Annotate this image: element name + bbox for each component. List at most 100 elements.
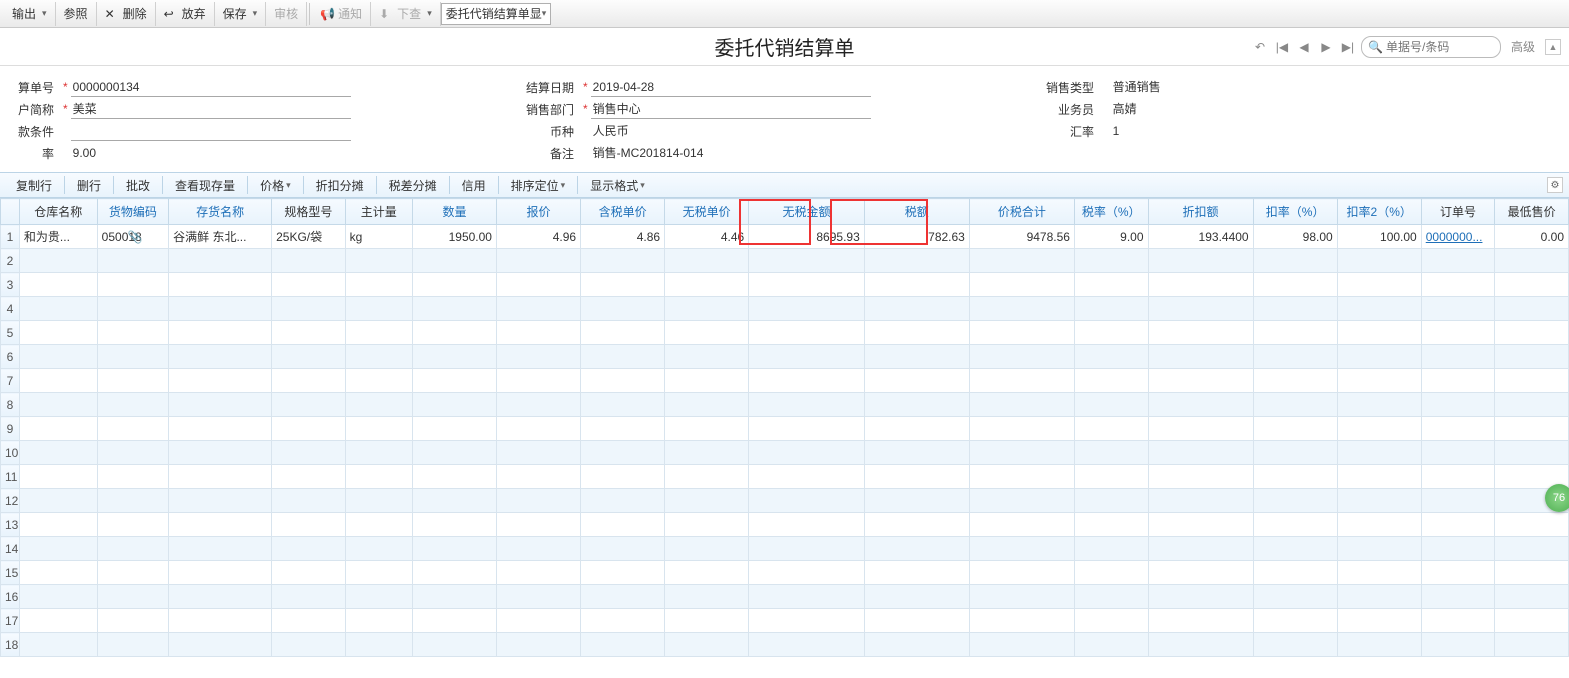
float-badge[interactable]: 76	[1545, 484, 1569, 512]
saletype-field[interactable]: 普通销售	[1111, 77, 1391, 97]
rate-field[interactable]: 9.00	[71, 143, 351, 163]
arrow-down-icon: ⬇	[379, 7, 393, 21]
ref-button[interactable]: 参照	[56, 2, 97, 26]
grid-container[interactable]: 仓库名称 货物编码 存货名称 规格型号 主计量 数量 报价 含税单价 无税单价 …	[0, 198, 1569, 678]
col-taxrate[interactable]: 税率（%）	[1074, 199, 1148, 225]
table-row[interactable]: 1 和为贵... 050018 📎 谷满鲜 东北...25KG/袋kg 1950…	[1, 225, 1569, 249]
discard-icon: ↩	[164, 7, 178, 21]
table-row[interactable]: 3	[1, 273, 1569, 297]
col-taxprice[interactable]: 含税单价	[581, 199, 665, 225]
save-button[interactable]: 保存▾	[215, 2, 267, 26]
sort-button[interactable]: 排序定位 ▾	[499, 174, 578, 196]
search-input[interactable]	[1386, 37, 1492, 57]
col-total[interactable]: 价税合计	[969, 199, 1074, 225]
advanced-button[interactable]: 高级	[1505, 38, 1541, 55]
display-format-button[interactable]: 显示格式 ▾	[578, 174, 657, 196]
col-minprice[interactable]: 最低售价	[1495, 199, 1569, 225]
col-tax[interactable]: 税额	[864, 199, 969, 225]
saletype-label: 销售类型	[1040, 79, 1100, 96]
order-link[interactable]: 0000000...	[1426, 230, 1483, 244]
col-discrate[interactable]: 扣率（%）	[1253, 199, 1337, 225]
copy-row-button[interactable]: 复制行	[4, 174, 64, 196]
exrate-field[interactable]: 1	[1111, 121, 1391, 141]
remark-label: 备注	[520, 145, 580, 162]
megaphone-icon: 📢	[320, 7, 334, 21]
output-button[interactable]: 输出▾	[4, 2, 56, 26]
title-bar: 委托代销结算单 ↶ |◀ ◀ ▶ ▶| 🔍 高级 ▲	[0, 28, 1569, 66]
grid-action-bar: 复制行 删行 批改 查看现存量 价格 ▾ 折扣分摊 税差分摊 信用 排序定位 ▾…	[0, 172, 1569, 198]
first-icon[interactable]: |◀	[1273, 38, 1291, 56]
date-field[interactable]: 2019-04-28	[591, 77, 871, 97]
table-row[interactable]: 16	[1, 585, 1569, 609]
next-icon[interactable]: ▶	[1317, 38, 1335, 56]
tax-split-button[interactable]: 税差分摊	[377, 174, 449, 196]
notify-button[interactable]: 📢通知	[312, 2, 371, 26]
grid-settings-icon[interactable]: ⚙	[1547, 177, 1563, 193]
delete-icon: ✕	[105, 7, 119, 21]
terms-field[interactable]	[71, 121, 351, 141]
pushdown-button[interactable]: ⬇下查▾	[371, 2, 441, 26]
table-row[interactable]: 4	[1, 297, 1569, 321]
table-row[interactable]: 11	[1, 465, 1569, 489]
docno-field[interactable]: 0000000134	[71, 77, 351, 97]
attachment-icon[interactable]: 📎	[128, 230, 143, 244]
check-stock-button[interactable]: 查看现存量	[163, 174, 247, 196]
col-unit[interactable]: 主计量	[345, 199, 412, 225]
table-row[interactable]: 18	[1, 633, 1569, 657]
col-price[interactable]: 报价	[496, 199, 580, 225]
table-row[interactable]: 15	[1, 561, 1569, 585]
col-spec[interactable]: 规格型号	[272, 199, 346, 225]
price-button[interactable]: 价格 ▾	[248, 174, 303, 196]
table-row[interactable]: 17	[1, 609, 1569, 633]
sales-label: 业务员	[1040, 101, 1100, 118]
credit-button[interactable]: 信用	[450, 174, 498, 196]
table-row[interactable]: 12	[1, 489, 1569, 513]
discard-button[interactable]: ↩放弃	[156, 2, 215, 26]
col-invname[interactable]: 存货名称	[169, 199, 272, 225]
col-discount[interactable]: 折扣额	[1148, 199, 1253, 225]
table-row[interactable]: 5	[1, 321, 1569, 345]
batch-button[interactable]: 批改	[114, 174, 162, 196]
last-icon[interactable]: ▶|	[1339, 38, 1357, 56]
col-invcode[interactable]: 货物编码	[97, 199, 168, 225]
cust-label: 户简称	[0, 101, 60, 118]
table-row[interactable]: 6	[1, 345, 1569, 369]
header-form: 算单号*0000000134 户简称*美菜 款条件* 率*9.00 结算日期*2…	[0, 66, 1569, 172]
col-orderno[interactable]: 订单号	[1421, 199, 1495, 225]
display-template-dropdown[interactable]: 委托代销结算单显▾	[441, 3, 552, 25]
col-discrate2[interactable]: 扣率2（%）	[1337, 199, 1421, 225]
table-row[interactable]: 8	[1, 393, 1569, 417]
dept-label: 销售部门	[520, 101, 580, 118]
cust-field[interactable]: 美菜	[71, 99, 351, 119]
header-row: 仓库名称 货物编码 存货名称 规格型号 主计量 数量 报价 含税单价 无税单价 …	[1, 199, 1569, 225]
table-row[interactable]: 2	[1, 249, 1569, 273]
remark-field[interactable]: 销售-MC201814-014	[591, 143, 871, 163]
collapse-icon[interactable]: ▲	[1545, 39, 1561, 55]
exrate-label: 汇率	[1040, 123, 1100, 140]
page-title: 委托代销结算单	[715, 32, 855, 61]
col-notaxamt[interactable]: 无税金额	[749, 199, 865, 225]
dept-field[interactable]: 销售中心	[591, 99, 871, 119]
rate-label: 率	[0, 145, 60, 162]
delete-button[interactable]: ✕删除	[97, 2, 156, 26]
main-toolbar: 输出▾ 参照 ✕删除 ↩放弃 保存▾ 审核 📢通知 ⬇下查▾ 委托代销结算单显▾	[0, 0, 1569, 28]
col-warehouse[interactable]: 仓库名称	[19, 199, 97, 225]
table-row[interactable]: 13	[1, 513, 1569, 537]
col-notaxprice[interactable]: 无税单价	[665, 199, 749, 225]
del-row-button[interactable]: 删行	[65, 174, 113, 196]
currency-field[interactable]: 人民币	[591, 121, 871, 141]
search-box[interactable]: 🔍	[1361, 36, 1501, 58]
col-qty[interactable]: 数量	[412, 199, 496, 225]
sales-field[interactable]: 高婧	[1111, 99, 1391, 119]
prev-icon[interactable]: ◀	[1295, 38, 1313, 56]
audit-button[interactable]: 审核	[266, 2, 307, 26]
table-row[interactable]: 14	[1, 537, 1569, 561]
undo-icon[interactable]: ↶	[1251, 38, 1269, 56]
table-row[interactable]: 10	[1, 441, 1569, 465]
table-row[interactable]: 7	[1, 369, 1569, 393]
discount-split-button[interactable]: 折扣分摊	[304, 174, 376, 196]
nav-controls: ↶ |◀ ◀ ▶ ▶| 🔍 高级 ▲	[1251, 36, 1561, 58]
data-grid[interactable]: 仓库名称 货物编码 存货名称 规格型号 主计量 数量 报价 含税单价 无税单价 …	[0, 198, 1569, 657]
terms-label: 款条件	[0, 123, 60, 140]
table-row[interactable]: 9	[1, 417, 1569, 441]
